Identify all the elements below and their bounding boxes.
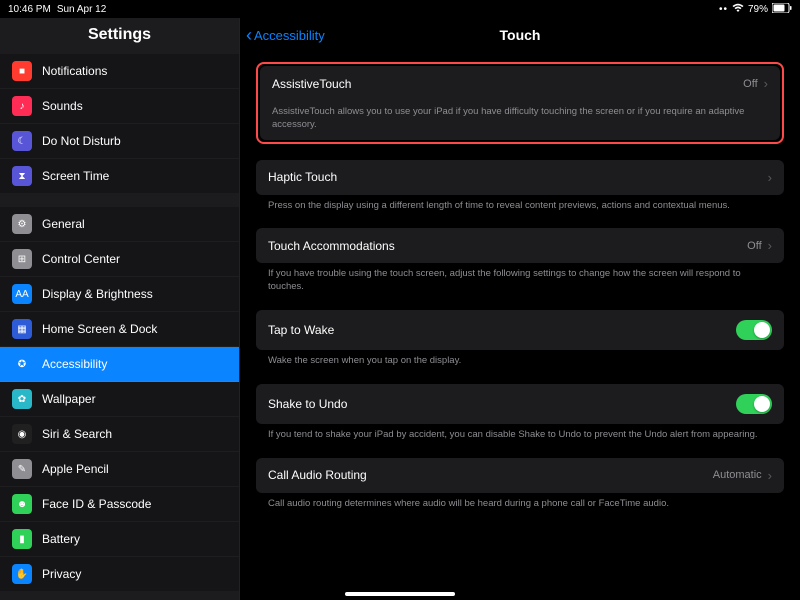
sidebar-item-label: Screen Time: [42, 169, 109, 183]
screen-time-icon: ⧗: [12, 166, 32, 186]
back-button[interactable]: ‹ Accessibility: [240, 26, 325, 44]
sounds-icon: ♪: [12, 96, 32, 116]
sidebar-item-label: Control Center: [42, 252, 120, 266]
sidebar-item-label: Home Screen & Dock: [42, 322, 157, 336]
display-brightness-icon: AA: [12, 284, 32, 304]
sidebar-item-label: Sounds: [42, 99, 83, 113]
sidebar-item-label: Battery: [42, 532, 80, 546]
sidebar-item-accessibility[interactable]: ✪ Accessibility: [0, 347, 239, 382]
cell-accessory: Automatic ›: [713, 468, 772, 483]
notifications-icon: ■: [12, 61, 32, 81]
status-bar: 10:46 PM Sun Apr 12 •• 79%: [0, 0, 800, 18]
cell-title: AssistiveTouch: [272, 77, 351, 91]
apple-pencil-icon: ✎: [12, 459, 32, 479]
home-screen-dock-icon: ▦: [12, 319, 32, 339]
sidebar-item-label: Siri & Search: [42, 427, 112, 441]
group-footer: If you tend to shake your iPad by accide…: [256, 424, 784, 442]
sidebar-item-general[interactable]: ⚙ General: [0, 207, 239, 242]
toggle-switch[interactable]: [736, 320, 772, 340]
sidebar-title: Settings: [0, 18, 239, 54]
shake-to-undo-cell[interactable]: Shake to Undo: [256, 384, 784, 424]
cell-title: Shake to Undo: [268, 397, 347, 411]
cell-accessory: Off ›: [743, 76, 768, 91]
wifi-icon: [732, 3, 744, 16]
status-time: 10:46 PM: [8, 4, 51, 15]
sidebar-item-face-id-passcode[interactable]: ☻ Face ID & Passcode: [0, 487, 239, 522]
group-footer: If you have trouble using the touch scre…: [256, 263, 784, 294]
sidebar-item-label: Display & Brightness: [42, 287, 153, 301]
do-not-disturb-icon: ☾: [12, 131, 32, 151]
chevron-right-icon: ›: [768, 468, 772, 483]
sidebar-item-label: Notifications: [42, 64, 107, 78]
sidebar-item-label: Apple Pencil: [42, 462, 109, 476]
sidebar-item-label: Privacy: [42, 567, 81, 581]
home-indicator[interactable]: [345, 592, 455, 596]
chevron-right-icon: ›: [768, 238, 772, 253]
chevron-left-icon: ‹: [246, 26, 252, 44]
cell-title: Call Audio Routing: [268, 468, 367, 482]
cell-title: Haptic Touch: [268, 170, 337, 184]
wallpaper-icon: ✿: [12, 389, 32, 409]
sidebar-item-home-screen-dock[interactable]: ▦ Home Screen & Dock: [0, 312, 239, 347]
group-footer: Wake the screen when you tap on the disp…: [256, 350, 784, 368]
sidebar-item-apple-pencil[interactable]: ✎ Apple Pencil: [0, 452, 239, 487]
cell-value: Automatic: [713, 469, 762, 481]
chevron-right-icon: ›: [768, 170, 772, 185]
toggle-switch[interactable]: [736, 394, 772, 414]
cell-accessory: ›: [768, 170, 772, 185]
cell-accessory: [736, 320, 772, 340]
cell-accessory: [736, 394, 772, 414]
control-center-icon: ⊞: [12, 249, 32, 269]
battery-percent: 79%: [748, 4, 768, 15]
accessibility-icon: ✪: [12, 354, 32, 374]
siri-search-icon: ◉: [12, 424, 32, 444]
battery-icon: [772, 3, 792, 16]
cell-title: Tap to Wake: [268, 323, 334, 337]
group-footer: Press on the display using a different l…: [256, 195, 784, 213]
sidebar-item-battery[interactable]: ▮ Battery: [0, 522, 239, 557]
general-icon: ⚙: [12, 214, 32, 234]
sidebar-item-screen-time[interactable]: ⧗ Screen Time: [0, 159, 239, 193]
sidebar-item-do-not-disturb[interactable]: ☾ Do Not Disturb: [0, 124, 239, 159]
cell-value: Off: [743, 78, 757, 90]
sidebar-item-label: Do Not Disturb: [42, 134, 121, 148]
battery-icon: ▮: [12, 529, 32, 549]
assistivetouch-cell[interactable]: AssistiveTouch Off ›: [260, 66, 780, 101]
cell-title: Touch Accommodations: [268, 239, 395, 253]
sidebar-item-notifications[interactable]: ■ Notifications: [0, 54, 239, 89]
recording-icon: ••: [719, 4, 728, 15]
sidebar-item-wallpaper[interactable]: ✿ Wallpaper: [0, 382, 239, 417]
group-footer: Call audio routing determines where audi…: [256, 493, 784, 511]
call-audio-routing-cell[interactable]: Call Audio Routing Automatic ›: [256, 458, 784, 493]
status-date: Sun Apr 12: [57, 4, 106, 15]
group-footer: AssistiveTouch allows you to use your iP…: [260, 101, 780, 140]
cell-value: Off: [747, 240, 761, 252]
sidebar-item-display-brightness[interactable]: AA Display & Brightness: [0, 277, 239, 312]
sidebar-item-label: Wallpaper: [42, 392, 96, 406]
tap-to-wake-cell[interactable]: Tap to Wake: [256, 310, 784, 350]
touch-accommodations-cell[interactable]: Touch Accommodations Off ›: [256, 228, 784, 263]
detail-pane[interactable]: ‹ Accessibility Touch AssistiveTouchOff›…: [240, 18, 800, 600]
cell-accessory: Off ›: [747, 238, 772, 253]
haptic-touch-cell[interactable]: Haptic Touch ›: [256, 160, 784, 195]
face-id-passcode-icon: ☻: [12, 494, 32, 514]
back-label: Accessibility: [254, 28, 325, 43]
sidebar-item-sounds[interactable]: ♪ Sounds: [0, 89, 239, 124]
sidebar-item-siri-search[interactable]: ◉ Siri & Search: [0, 417, 239, 452]
sidebar-item-label: Face ID & Passcode: [42, 497, 151, 511]
settings-sidebar[interactable]: Settings ■ Notifications ♪ Sounds ☾ Do Not Di…: [0, 18, 240, 600]
sidebar-item-privacy[interactable]: ✋ Privacy: [0, 557, 239, 591]
sidebar-item-label: General: [42, 217, 85, 231]
sidebar-item-label: Accessibility: [42, 357, 107, 371]
chevron-right-icon: ›: [764, 76, 768, 91]
sidebar-item-control-center[interactable]: ⊞ Control Center: [0, 242, 239, 277]
privacy-icon: ✋: [12, 564, 32, 584]
